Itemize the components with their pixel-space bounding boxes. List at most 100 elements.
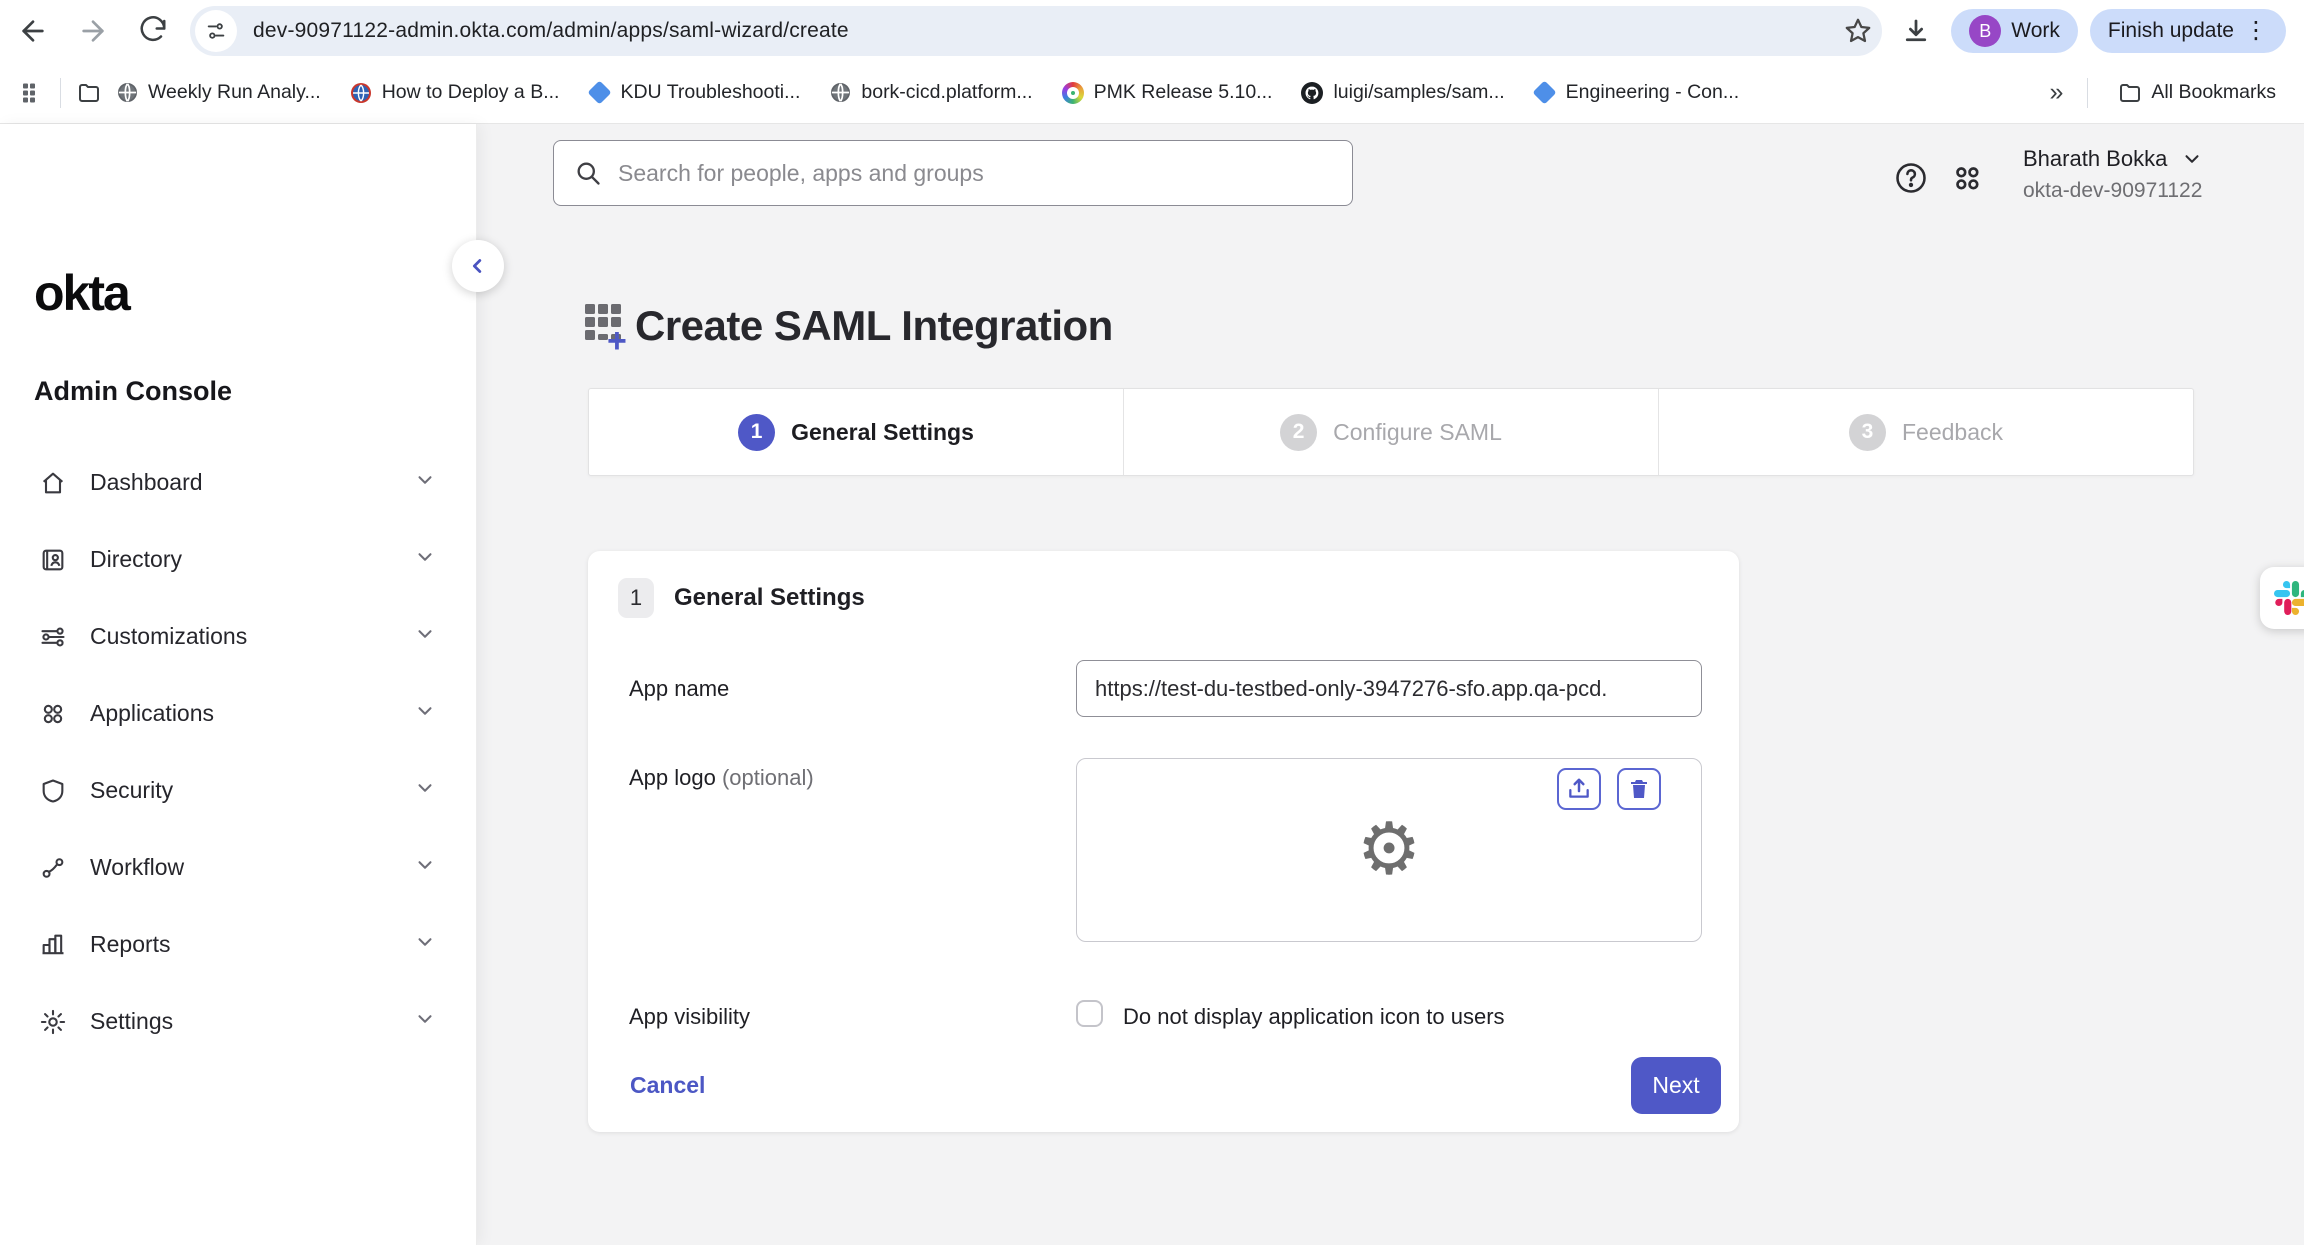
globe-colored-icon <box>349 81 373 105</box>
shield-icon <box>38 776 68 806</box>
chevron-down-icon <box>414 854 436 881</box>
bookmark-item[interactable]: PMK Release 5.10... <box>1061 81 1273 105</box>
url-bar[interactable]: dev-90971122-admin.okta.com/admin/apps/s… <box>190 6 1882 56</box>
section-title: General Settings <box>674 584 865 612</box>
divider <box>2087 78 2088 108</box>
app-name-input[interactable] <box>1076 660 1702 717</box>
bookmark-item[interactable]: Engineering - Con... <box>1533 81 1739 105</box>
wizard-steps: 1 General Settings 2 Configure SAML 3 Fe… <box>588 388 2194 476</box>
bookmark-item[interactable]: Weekly Run Analy... <box>115 81 321 105</box>
screen: dev-90971122-admin.okta.com/admin/apps/s… <box>0 0 2304 1245</box>
bookmarks-overflow-icon[interactable]: » <box>2049 78 2063 107</box>
step-number: 3 <box>1849 414 1886 451</box>
page-title-text: Create SAML Integration <box>635 302 1113 350</box>
sidebar-item-workflow[interactable]: Workflow <box>0 829 476 906</box>
back-icon[interactable] <box>10 8 56 54</box>
step-number: 1 <box>738 414 775 451</box>
app-logo-preview: ⚙ <box>1076 758 1702 942</box>
apps-circles-icon <box>38 699 68 729</box>
sidebar-item-dashboard[interactable]: Dashboard <box>0 444 476 521</box>
sidebar-item-customizations[interactable]: Customizations <box>0 598 476 675</box>
folder-icon[interactable] <box>77 81 101 105</box>
visibility-checkbox-label[interactable]: Do not display application icon to users <box>1123 1004 1505 1030</box>
bar-chart-icon <box>38 930 68 960</box>
chevron-down-icon <box>414 777 436 804</box>
step-feedback[interactable]: 3 Feedback <box>1658 389 2193 475</box>
sidebar-item-security[interactable]: Security <box>0 752 476 829</box>
search-icon <box>574 159 602 187</box>
site-settings-icon[interactable] <box>195 10 237 52</box>
chevron-down-icon <box>2181 148 2203 170</box>
download-icon[interactable] <box>1893 8 1939 54</box>
trash-icon <box>1627 777 1651 801</box>
profile-label: Work <box>2011 19 2060 43</box>
help-icon[interactable] <box>1889 156 1933 200</box>
chevron-down-icon <box>414 469 436 496</box>
sidebar-nav: Dashboard Directory Customizations Appli… <box>0 444 476 1060</box>
finish-update-label: Finish update <box>2108 19 2234 43</box>
all-bookmarks-button[interactable]: All Bookmarks <box>2118 81 2276 105</box>
okta-logo[interactable]: okta <box>34 264 129 322</box>
forward-icon[interactable] <box>70 8 116 54</box>
step-number: 2 <box>1280 414 1317 451</box>
grid-plus-icon: + <box>585 304 629 348</box>
bookmark-item[interactable]: bork-cicd.platform... <box>828 81 1032 105</box>
gear-icon <box>38 1007 68 1037</box>
sliders-icon <box>38 622 68 652</box>
search-input[interactable] <box>618 160 1332 187</box>
visibility-checkbox[interactable] <box>1076 1000 1103 1027</box>
sidebar-item-reports[interactable]: Reports <box>0 906 476 983</box>
next-button[interactable]: Next <box>1631 1057 1721 1114</box>
reload-icon[interactable] <box>130 8 176 54</box>
app-visibility-label: App visibility <box>629 1004 750 1030</box>
step-configure-saml[interactable]: 2 Configure SAML <box>1123 389 1658 475</box>
chevron-down-icon <box>414 623 436 650</box>
user-name: Bharath Bokka <box>2023 146 2167 172</box>
id-card-icon <box>38 545 68 575</box>
browser-profile-button[interactable]: B Work <box>1951 9 2078 53</box>
sidebar: okta Admin Console Dashboard Directory C… <box>0 124 477 1245</box>
sidebar-item-applications[interactable]: Applications <box>0 675 476 752</box>
cancel-button[interactable]: Cancel <box>630 1072 705 1099</box>
chevron-down-icon <box>414 700 436 727</box>
section-number-badge: 1 <box>618 578 654 618</box>
divider <box>60 78 61 108</box>
folder-icon <box>2118 81 2142 105</box>
app-name-label: App name <box>629 676 729 702</box>
optional-hint: (optional) <box>722 765 814 790</box>
spiral-icon <box>1061 81 1085 105</box>
main-content: Bharath Bokka okta-dev-90971122 + Create… <box>477 124 2304 1245</box>
bookmarks-bar: Weekly Run Analy... How to Deploy a B...… <box>0 62 2304 124</box>
delete-logo-button[interactable] <box>1617 768 1661 810</box>
upload-logo-button[interactable] <box>1557 768 1601 810</box>
diamond-icon <box>587 81 611 105</box>
diamond-icon <box>1533 81 1557 105</box>
profile-avatar: B <box>1969 15 2001 47</box>
sidebar-item-settings[interactable]: Settings <box>0 983 476 1060</box>
sidebar-collapse-button[interactable] <box>452 240 504 292</box>
chevron-down-icon <box>414 1008 436 1035</box>
workflow-icon <box>38 853 68 883</box>
url-text[interactable]: dev-90971122-admin.okta.com/admin/apps/s… <box>253 19 849 43</box>
apps-grid-icon[interactable] <box>20 81 44 105</box>
global-search[interactable] <box>553 140 1353 206</box>
bookmark-star-icon[interactable] <box>1835 8 1881 54</box>
app-logo-gear-image: ⚙ <box>1357 813 1422 885</box>
home-icon <box>38 468 68 498</box>
chevron-down-icon <box>414 931 436 958</box>
upload-icon <box>1566 776 1592 802</box>
finish-update-button[interactable]: Finish update ⋮ <box>2090 9 2286 53</box>
org-name: okta-dev-90971122 <box>2023 179 2203 203</box>
github-icon <box>1300 81 1324 105</box>
kebab-menu-icon[interactable]: ⋮ <box>2244 19 2268 43</box>
admin-console-title: Admin Console <box>34 376 232 407</box>
slack-icon[interactable] <box>2260 567 2304 629</box>
sidebar-item-directory[interactable]: Directory <box>0 521 476 598</box>
user-menu[interactable]: Bharath Bokka okta-dev-90971122 <box>2023 146 2203 203</box>
app-switcher-icon[interactable] <box>1945 156 1989 200</box>
globe-icon <box>828 81 852 105</box>
bookmark-item[interactable]: How to Deploy a B... <box>349 81 560 105</box>
bookmark-item[interactable]: KDU Troubleshooti... <box>587 81 800 105</box>
bookmark-item[interactable]: luigi/samples/sam... <box>1300 81 1504 105</box>
step-general-settings[interactable]: 1 General Settings <box>589 389 1123 475</box>
